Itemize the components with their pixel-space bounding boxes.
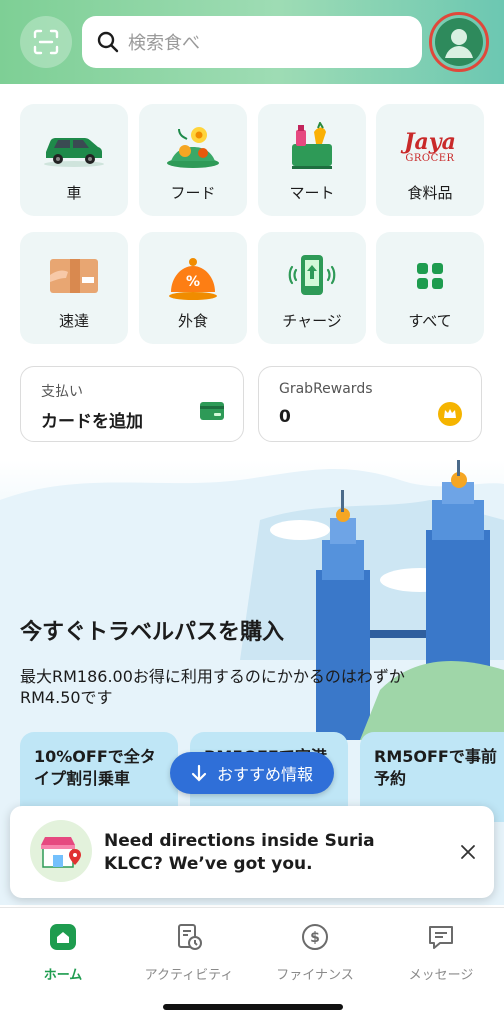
nav-finance[interactable]: $ ファイナンス	[252, 920, 378, 990]
activity-icon	[178, 924, 202, 950]
recommendations-label: おすすめ情報	[216, 765, 313, 784]
scan-button[interactable]	[20, 16, 72, 68]
message-icon	[429, 926, 453, 949]
service-topup[interactable]: チャージ	[258, 232, 366, 344]
all-services-icon	[376, 248, 484, 304]
food-icon	[139, 120, 247, 176]
service-label: 車	[66, 184, 82, 202]
banner-title: 今すぐトラベルパスを購入	[20, 620, 285, 645]
close-button[interactable]	[456, 840, 480, 864]
top-header: 検索食べ	[0, 0, 504, 84]
nav-activity[interactable]: アクティビティ	[126, 920, 252, 990]
mart-icon	[258, 120, 366, 176]
service-label: チャージ	[282, 312, 342, 330]
home-icon	[50, 924, 76, 950]
banner-subtitle: 最大RM186.00お得に利用するのにかかるのはわずかRM4.50です	[20, 667, 405, 707]
service-label: 食料品	[407, 184, 453, 202]
svg-text:%: %	[186, 274, 200, 290]
service-grocery[interactable]: Jaya GROCER 食料品	[376, 104, 484, 216]
service-express[interactable]: 速達	[20, 232, 128, 344]
profile-avatar-icon	[435, 18, 483, 66]
directions-toast[interactable]: Need directions inside Suria KLCC? We’ve…	[10, 806, 494, 898]
search-icon	[97, 31, 119, 53]
service-mart[interactable]: マート	[258, 104, 366, 216]
home-indicator	[163, 1004, 343, 1010]
service-dine-out[interactable]: % 外食	[139, 232, 247, 344]
svg-text:$: $	[310, 930, 320, 946]
nav-label: アクティビティ	[144, 968, 234, 983]
service-car[interactable]: 車	[20, 104, 128, 216]
rewards-points: 0	[279, 407, 291, 427]
jaya-grocer-logo: Jaya GROCER	[404, 129, 456, 164]
search-bar[interactable]: 検索食べ	[82, 16, 422, 68]
arrow-down-icon	[191, 764, 207, 782]
nav-label: ホーム	[43, 968, 83, 983]
search-placeholder: 検索食べ	[128, 33, 200, 54]
service-label: フード	[170, 184, 216, 202]
rewards-label: GrabRewards	[279, 381, 373, 397]
car-icon	[20, 120, 128, 176]
mall-location-icon	[30, 820, 92, 882]
crown-icon	[438, 402, 462, 426]
express-icon	[20, 248, 128, 304]
nav-messages[interactable]: メッセージ	[378, 920, 504, 990]
add-card-label: カードを追加	[41, 412, 143, 432]
dine-out-icon: %	[139, 248, 247, 304]
recommendations-button[interactable]: おすすめ情報	[170, 752, 334, 794]
finance-icon: $	[302, 924, 328, 950]
service-all[interactable]: すべて	[376, 232, 484, 344]
toast-message: Need directions inside Suria KLCC? We’ve…	[104, 831, 375, 874]
nav-label: メッセージ	[408, 968, 474, 983]
service-food[interactable]: フード	[139, 104, 247, 216]
nav-label: ファイナンス	[276, 968, 354, 983]
payment-label: 支払い	[41, 384, 83, 400]
scan-icon	[33, 29, 59, 55]
rewards-card[interactable]: GrabRewards 0	[258, 366, 482, 442]
service-label: 速達	[58, 312, 89, 330]
topup-icon	[258, 248, 366, 304]
service-label: マート	[289, 184, 335, 202]
card-icon	[200, 402, 224, 420]
profile-button[interactable]	[429, 12, 489, 72]
service-label: 外食	[177, 312, 208, 330]
close-icon	[461, 845, 475, 859]
payment-card[interactable]: 支払い カードを追加	[20, 366, 244, 442]
nav-home[interactable]: ホーム	[0, 920, 126, 990]
service-label: すべて	[408, 312, 452, 330]
